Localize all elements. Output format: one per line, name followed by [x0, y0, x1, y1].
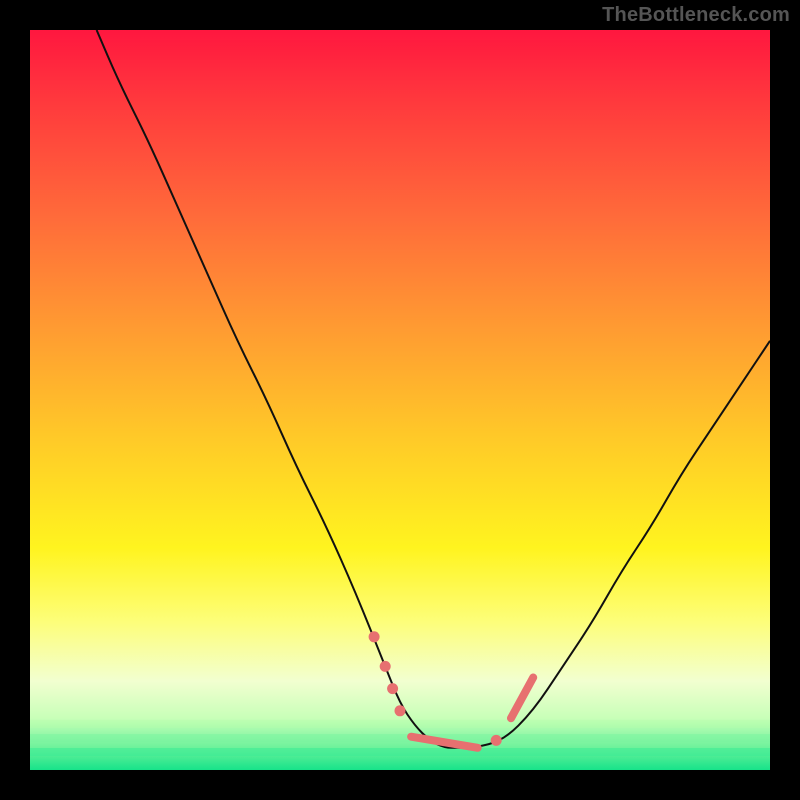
plot-area	[30, 30, 770, 770]
curve-markers	[369, 631, 534, 748]
curve-marker-point	[380, 661, 391, 672]
attribution-text: TheBottleneck.com	[602, 4, 790, 27]
curve-marker-point	[369, 631, 380, 642]
curve-svg	[30, 30, 770, 770]
curve-marker-point	[395, 705, 406, 716]
curve-marker-point	[387, 683, 398, 694]
curve-marker-point	[491, 735, 502, 746]
bottleneck-curve	[97, 30, 770, 748]
curve-marker-segment	[411, 737, 478, 748]
chart-frame: TheBottleneck.com	[0, 0, 800, 800]
